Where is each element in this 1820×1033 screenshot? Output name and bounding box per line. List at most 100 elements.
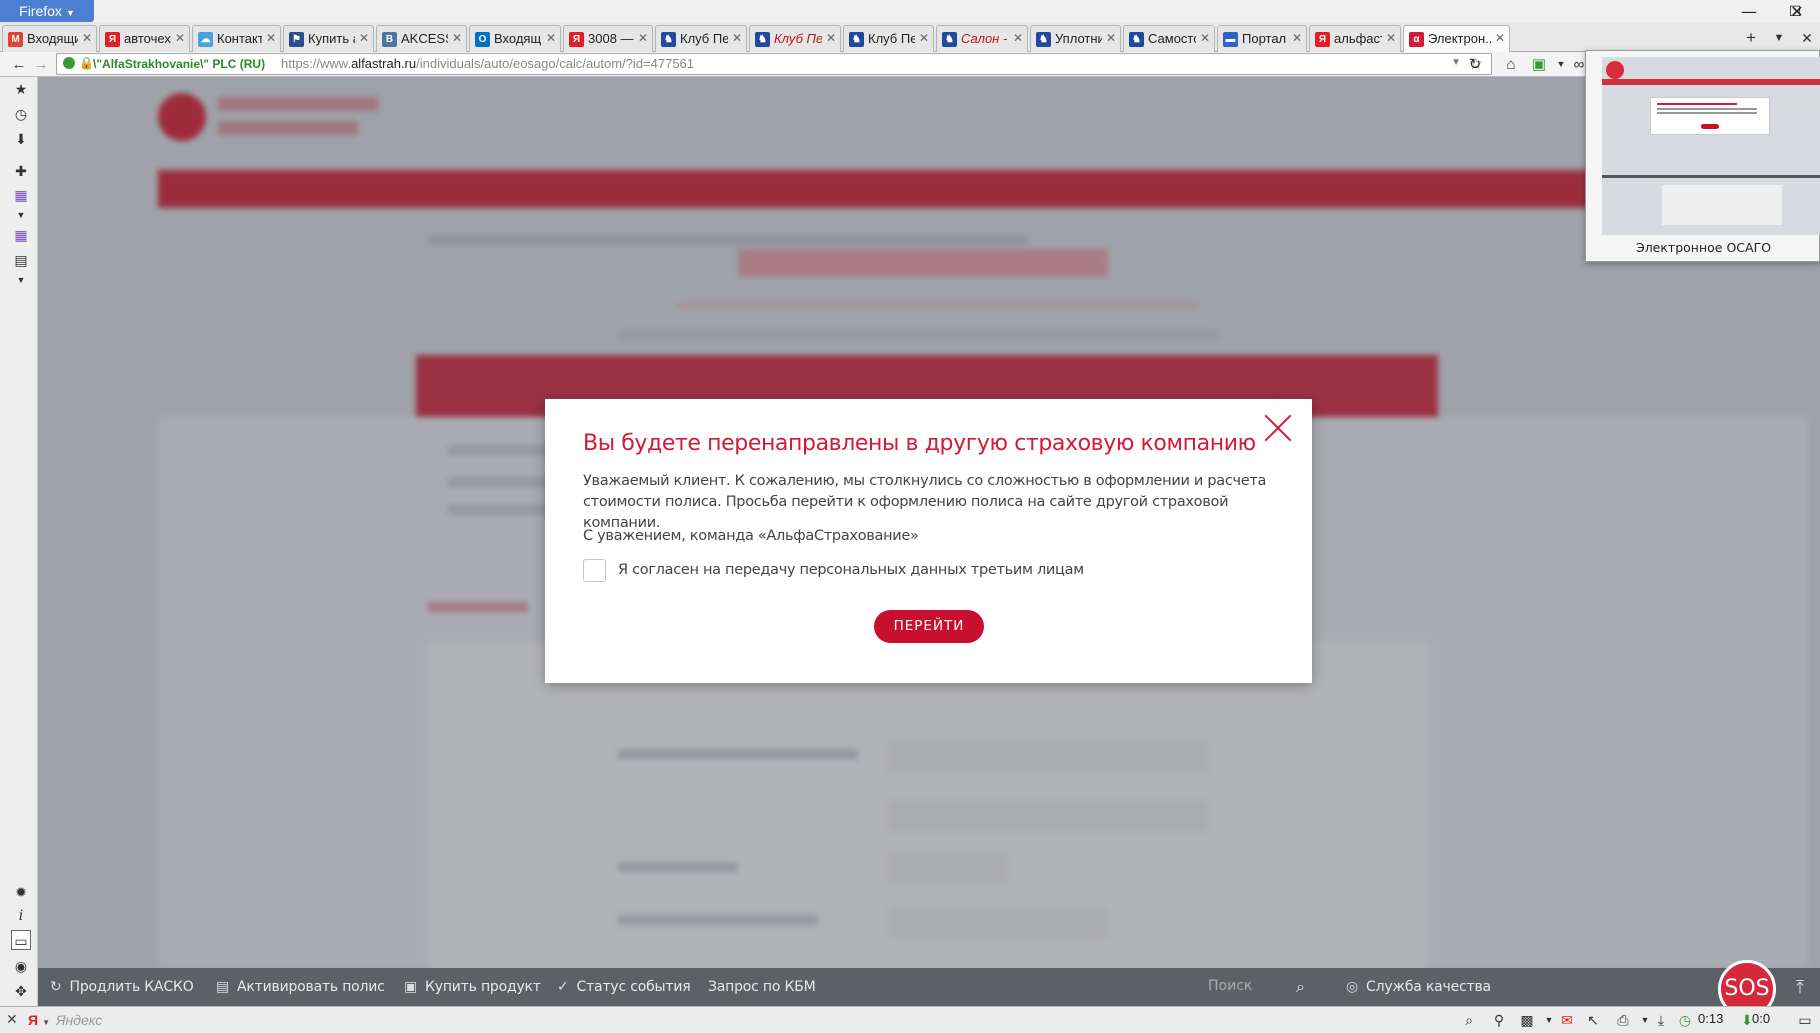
- close-tab-icon[interactable]: ✕: [1106, 26, 1116, 51]
- form-mini: [1662, 185, 1782, 225]
- sidebar-panel-icon[interactable]: ▭: [11, 930, 31, 950]
- modal-mini-button: [1701, 124, 1719, 129]
- tab-14[interactable]: ▬ Портал го... ✕: [1217, 25, 1307, 52]
- close-tab-icon[interactable]: ✕: [546, 26, 556, 51]
- close-tab-icon[interactable]: ✕: [919, 26, 929, 51]
- close-tab-icon[interactable]: ✕: [1200, 26, 1210, 51]
- url-bar[interactable]: 🔒 \"AlfaStrakhovanie\" PLC (RU) https://…: [56, 53, 1492, 75]
- sidebar-toggle-icon[interactable]: ▭: [1794, 1010, 1816, 1030]
- scroll-top-icon[interactable]: ⤒: [1786, 968, 1814, 1006]
- download-icon[interactable]: ⤓: [1650, 1010, 1672, 1030]
- yandex-search-placeholder: Яндекс: [55, 1012, 103, 1028]
- chevron-down-icon: ▼: [42, 1018, 50, 1027]
- new-tab-button[interactable]: +: [1737, 25, 1765, 52]
- close-icon[interactable]: ✕: [6, 1011, 18, 1028]
- go-button[interactable]: ПЕРЕЙТИ: [874, 610, 984, 643]
- settings-icon[interactable]: ✹: [11, 882, 31, 902]
- close-tab-icon[interactable]: ✕: [452, 26, 462, 51]
- info-icon[interactable]: i: [11, 906, 31, 926]
- url-history-dropdown-icon[interactable]: ▼: [1451, 57, 1461, 68]
- site-search-input[interactable]: Поиск: [1208, 978, 1328, 996]
- url-text[interactable]: https://www.alfastrah.ru/individuals/aut…: [281, 56, 694, 72]
- close-tab-icon[interactable]: ✕: [266, 26, 276, 51]
- timer-icon[interactable]: ◷: [1674, 1010, 1696, 1030]
- move-icon[interactable]: ✥: [11, 981, 31, 1001]
- close-tab-icon[interactable]: ✕: [826, 26, 836, 51]
- consent-checkbox[interactable]: [583, 559, 606, 582]
- close-tab-icon[interactable]: ✕: [1013, 26, 1023, 51]
- timer-value: 0:13: [1698, 1011, 1724, 1026]
- close-tab-icon[interactable]: ✕: [1386, 26, 1396, 51]
- site-identity[interactable]: \"AlfaStrakhovanie\" PLC (RU): [59, 56, 271, 72]
- tab-6[interactable]: O Входящие... ✕: [469, 25, 561, 52]
- clipboard-icon[interactable]: ▤: [11, 250, 31, 270]
- circle-icon[interactable]: ◉: [11, 956, 31, 976]
- reload-button[interactable]: ↻: [1464, 54, 1486, 75]
- print-icon[interactable]: ⎙: [1612, 1010, 1634, 1030]
- tab-5[interactable]: B AKCESS м... ✕: [376, 25, 467, 52]
- sidebar-dropdown-icon[interactable]: ▼: [11, 270, 31, 290]
- kbm-request-link[interactable]: Запрос по КБМ: [708, 968, 816, 1006]
- buy-product-link[interactable]: ▣ Купить продукт: [404, 968, 541, 1006]
- modal-title: Вы будете перенаправлены в другую страхо…: [583, 431, 1256, 456]
- history-icon[interactable]: ◷: [11, 104, 31, 124]
- bookmarks-icon[interactable]: ★: [11, 79, 31, 99]
- tab-2[interactable]: Яавточехл... ✕: [99, 25, 190, 52]
- tab-4[interactable]: ⚑ Купить ав... ✕: [283, 25, 374, 52]
- tab-7[interactable]: Я 3008 — Ян... ✕: [563, 25, 653, 52]
- firefox-menu-button[interactable]: Firefox ▼: [0, 0, 94, 22]
- tab-13[interactable]: ♞ Самостоя... ✕: [1123, 25, 1215, 52]
- close-tab-icon[interactable]: ✕: [1495, 26, 1505, 51]
- minimize-button[interactable]: —: [1726, 0, 1772, 24]
- yandex-search-field[interactable]: Я ▼ Яндекс: [28, 1009, 408, 1031]
- grid-icon[interactable]: ▦: [11, 185, 31, 205]
- close-tab-icon[interactable]: ✕: [638, 26, 648, 51]
- activate-policy-link[interactable]: ▤ Активировать полис: [216, 968, 385, 1006]
- close-tab-group-button[interactable]: ✕: [1793, 25, 1820, 52]
- back-button[interactable]: ←: [8, 54, 30, 75]
- tab-1[interactable]: M Входящие... ✕: [2, 25, 97, 52]
- cursor-icon[interactable]: ↖: [1582, 1010, 1604, 1030]
- tab-15[interactable]: Яальфастр... ✕: [1309, 25, 1401, 52]
- renew-kasko-link[interactable]: ↻ Продлить КАСКО: [50, 968, 194, 1006]
- search-icon[interactable]: ⌕: [1458, 1010, 1480, 1030]
- addon-icon[interactable]: ▣: [1528, 54, 1550, 75]
- consent-label[interactable]: Я согласен на передачу персональных данн…: [618, 562, 1084, 578]
- tab-16[interactable]: α Электрон... ✕: [1403, 25, 1510, 53]
- close-tab-icon[interactable]: ✕: [82, 26, 92, 51]
- sidebar-dropdown-icon[interactable]: ▼: [11, 205, 31, 225]
- event-status-label: Статус события: [576, 979, 691, 995]
- tab-3[interactable]: ☁ Контакты ... ✕: [192, 25, 281, 52]
- close-tab-icon[interactable]: ✕: [175, 26, 185, 51]
- list-tabs-button[interactable]: ▼: [1765, 25, 1793, 52]
- addon-icon[interactable]: ▩: [1516, 1010, 1538, 1030]
- addons-icon[interactable]: ✚: [11, 161, 31, 181]
- peugeot-icon: ♞: [1129, 32, 1144, 47]
- home-button[interactable]: ⌂: [1500, 54, 1522, 75]
- close-tab-icon[interactable]: ✕: [1292, 26, 1302, 51]
- tab-11[interactable]: ♞ Салон - эк... ✕: [936, 25, 1028, 52]
- tab-preview-popup[interactable]: Электронное ОСАГО: [1585, 50, 1820, 262]
- close-icon[interactable]: [1263, 413, 1293, 443]
- outlook-icon: O: [475, 32, 490, 47]
- tab-8[interactable]: ♞ Клуб Пеж... ✕: [655, 25, 747, 52]
- downloads-icon[interactable]: ⬇: [11, 129, 31, 149]
- mail-icon[interactable]: ✉: [1556, 1010, 1578, 1030]
- quality-service-link[interactable]: ◎ Служба качества: [1346, 968, 1491, 1006]
- grid-icon[interactable]: ▦: [11, 225, 31, 245]
- close-tab-icon[interactable]: ✕: [732, 26, 742, 51]
- magnifier-icon[interactable]: ⚲: [1488, 1010, 1510, 1030]
- download-counter: 0:0: [1752, 1011, 1771, 1026]
- close-window-button[interactable]: ✕: [1774, 0, 1820, 24]
- tab-9[interactable]: ♞ Клуб Пеж... ✕: [749, 25, 841, 52]
- search-icon[interactable]: ⌕: [1296, 968, 1305, 1006]
- tab-bar: M Входящие... ✕ Яавточехл... ✕ ☁ Контакты ... ✕…: [0, 22, 1820, 53]
- peugeot-icon: ♞: [755, 32, 770, 47]
- close-tab-icon[interactable]: ✕: [359, 26, 369, 51]
- tab-12[interactable]: ♞ Уплотнит... ✕: [1030, 25, 1121, 52]
- modal-mini-text: [1657, 108, 1757, 110]
- event-status-link[interactable]: ✓ Статус события: [557, 968, 691, 1006]
- tab-10[interactable]: ♞ Клуб Пеж... ✕: [843, 25, 934, 52]
- forward-button[interactable]: →: [30, 54, 52, 75]
- tab-label: AKCESS м...: [401, 31, 448, 46]
